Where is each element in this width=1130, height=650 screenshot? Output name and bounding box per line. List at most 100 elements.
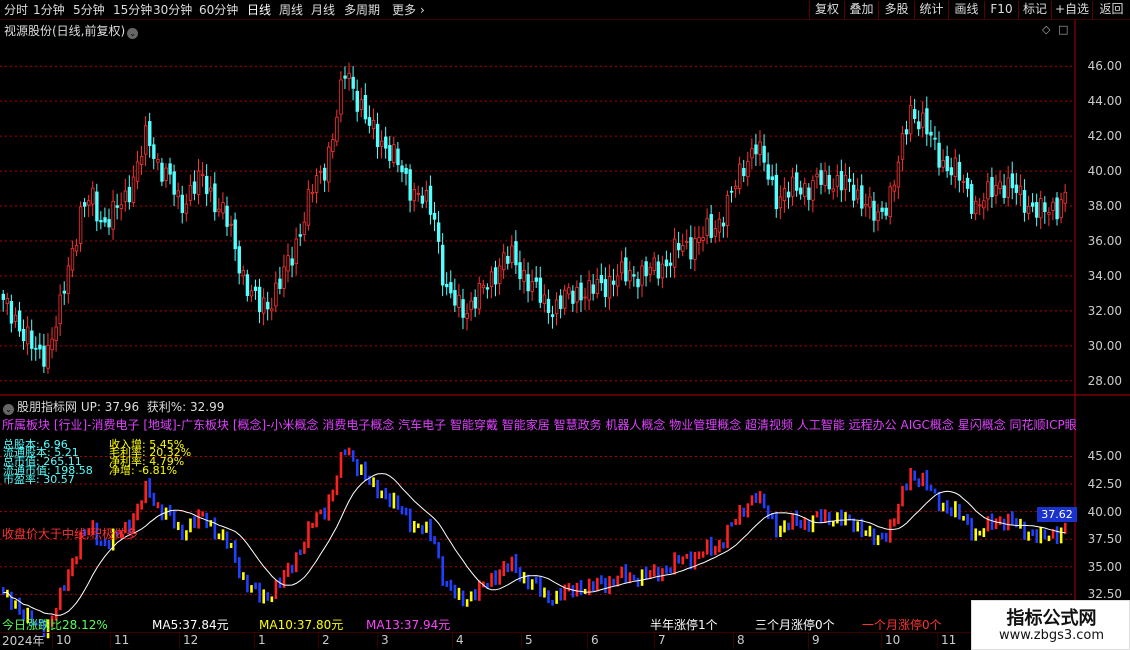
add-watchlist-button[interactable]: +自选 (1051, 1, 1092, 19)
candle-body (660, 263, 665, 279)
candle-body (1026, 205, 1031, 215)
indicator-bar (327, 494, 331, 521)
indicator-bar (425, 521, 428, 533)
candle-body (697, 237, 701, 244)
candle-body (843, 174, 848, 190)
period-tab-multi[interactable]: 多周期 (344, 2, 380, 18)
chevron-down-icon[interactable]: ⌄ (127, 28, 139, 39)
period-tab-5min[interactable]: 5分钟 (73, 2, 105, 18)
indicator-bar (490, 573, 493, 587)
candle-body (607, 276, 612, 299)
candle-body (709, 214, 713, 238)
candle-body (778, 196, 783, 209)
candle-body (302, 221, 307, 235)
indicator-bar (726, 524, 729, 549)
indicator-bar (1035, 529, 1039, 544)
indicator-bar (933, 488, 937, 494)
period-tab-more[interactable]: 更多 (392, 2, 416, 18)
indicator-bar (709, 536, 713, 556)
candle-body (253, 286, 258, 291)
candle-body (1006, 177, 1010, 198)
period-tab-1min[interactable]: 1分钟 (33, 2, 65, 18)
f10-button[interactable]: F10 (984, 1, 1018, 19)
indicator-bar (274, 580, 278, 599)
candle-body (473, 296, 477, 309)
chart-canvas[interactable] (0, 20, 1130, 650)
candle-body (241, 270, 246, 277)
draw-line-button[interactable]: 画线 (948, 1, 984, 19)
candle-body (912, 109, 917, 119)
period-tab-weekly[interactable]: 周线 (279, 2, 303, 18)
candle-body (449, 282, 453, 294)
multi-stock-button[interactable]: 多股 (878, 1, 914, 19)
indicator-bar (376, 479, 379, 499)
period-tab-60min[interactable]: 60分钟 (199, 2, 238, 18)
indicator-bar (278, 577, 282, 588)
candle-body (1018, 185, 1023, 195)
statistics-button[interactable]: 统计 (914, 1, 948, 19)
month-label: 10 (881, 633, 900, 649)
period-tab-30min[interactable]: 30分钟 (153, 2, 192, 18)
candle-body (82, 202, 87, 207)
candle-body (864, 203, 868, 207)
candle-body (575, 287, 579, 303)
candle-body (559, 295, 563, 309)
candle-body (851, 184, 856, 201)
candle-body (115, 205, 119, 208)
candle-body (921, 112, 925, 128)
candle-body (945, 156, 949, 172)
candle-body (156, 159, 160, 163)
candle-body (66, 265, 71, 294)
chevron-down-icon[interactable]: ⌄ (3, 404, 14, 415)
candle-body (412, 188, 416, 202)
square-icon[interactable]: □ (1058, 23, 1068, 36)
candle-body (599, 275, 604, 284)
indicator-bar (982, 528, 986, 538)
overlay-button[interactable]: 叠加 (844, 1, 878, 19)
back-button[interactable]: 返回 (1092, 1, 1130, 19)
indicator-bar (958, 503, 961, 520)
candle-body (192, 181, 197, 194)
period-tab-daily[interactable]: 日线 (247, 2, 271, 18)
candle-body (506, 255, 510, 264)
candle-body (677, 242, 681, 251)
candle-body (261, 297, 266, 314)
period-tab-15min[interactable]: 15分钟 (113, 2, 152, 18)
main-chart-title[interactable]: 视源股份(日线,前复权) ⌄ (4, 22, 139, 39)
diamond-icon[interactable]: ◇ (1042, 23, 1050, 36)
candle-body (34, 347, 38, 350)
candle-body (144, 125, 148, 155)
candle-body (742, 168, 746, 177)
indicator-bar (209, 520, 213, 527)
candle-body (1030, 202, 1035, 207)
candle-body (257, 286, 262, 313)
indicator-bar (465, 599, 469, 607)
candle-body (176, 190, 180, 198)
price-axis-label: 32.00 (1087, 303, 1122, 318)
candle-body (168, 163, 172, 175)
candle-body (831, 188, 836, 192)
indicator-bar (213, 517, 217, 540)
candle-body (355, 90, 359, 112)
chevron-right-icon[interactable]: › (420, 2, 425, 18)
candle-body (974, 200, 978, 215)
candle-body (310, 191, 315, 195)
candle-body (896, 161, 901, 188)
indicator-bar (335, 475, 339, 495)
candle-body (290, 258, 294, 266)
candle-body (26, 326, 30, 345)
candle-body (1055, 197, 1059, 220)
mark-button[interactable]: 标记 (1018, 1, 1051, 19)
indicator-bar (966, 513, 969, 525)
restore-rights-button[interactable]: 复权 (809, 1, 844, 19)
candle-body (13, 314, 18, 322)
indicator-title[interactable]: ⌄ 股朋指标网 UP: 37.96 获利%: 32.99 (3, 398, 224, 415)
period-tab-timeshare[interactable]: 分时 (4, 2, 28, 18)
indicator-bar (616, 575, 619, 587)
indicator-bar (502, 561, 506, 577)
indicator-bar (339, 451, 343, 478)
limit-up-three-months: 三个月涨停0个 (755, 618, 835, 632)
indicator-bar (897, 503, 900, 524)
indicator-bar (176, 521, 180, 531)
period-tab-monthly[interactable]: 月线 (311, 2, 335, 18)
